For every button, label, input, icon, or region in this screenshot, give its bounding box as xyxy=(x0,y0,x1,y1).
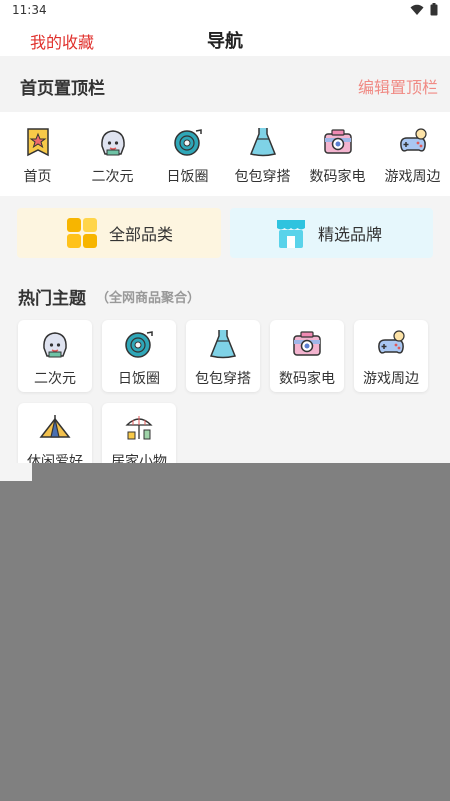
hot-topic-anime[interactable]: 二次元 xyxy=(18,320,92,392)
status-time: 11:34 xyxy=(12,3,47,17)
pinned-item-games[interactable]: 游戏周边 xyxy=(375,112,450,196)
nav-header: 我的收藏 导航 xyxy=(0,22,450,56)
hot-topic-label: 包包穿搭 xyxy=(195,371,251,387)
anime-character-icon xyxy=(100,130,125,156)
loading-overlay xyxy=(0,463,450,801)
camera-icon xyxy=(323,129,352,154)
home-goods-icon xyxy=(125,416,153,440)
page-title: 导航 xyxy=(207,31,243,52)
hot-topic-label: 数码家电 xyxy=(279,371,335,387)
wifi-icon xyxy=(410,4,424,15)
all-categories-label: 全部品类 xyxy=(109,225,174,244)
all-categories-card[interactable]: 全部品类 xyxy=(17,208,221,258)
battery-icon xyxy=(430,3,438,16)
grid-categories-icon xyxy=(67,218,97,248)
hot-topics-subtitle: （全网商品聚合） xyxy=(96,291,201,306)
pinned-item-home[interactable]: 首页 xyxy=(0,112,75,196)
hot-topic-label: 二次元 xyxy=(34,371,76,387)
tent-icon xyxy=(39,415,71,438)
hot-topics-title: 热门主题 xyxy=(18,289,86,309)
hot-topic-digital[interactable]: 数码家电 xyxy=(270,320,344,392)
dress-icon xyxy=(249,128,276,157)
featured-brands-card[interactable]: 精选品牌 xyxy=(230,208,433,258)
hot-topic-fandom[interactable]: 日饭圈 xyxy=(102,320,176,392)
pinned-item-label: 首页 xyxy=(23,169,52,185)
status-icons xyxy=(410,3,438,16)
pinned-row: 首页 二次元 日饭圈 包包穿搭 数码家电 游戏周边 xyxy=(0,112,450,196)
pinned-item-label: 游戏周边 xyxy=(384,169,441,185)
home-star-icon xyxy=(26,128,49,157)
pinned-item-label: 包包穿搭 xyxy=(234,169,291,185)
overlay-notch xyxy=(0,463,32,481)
pinned-item-label: 数码家电 xyxy=(309,169,366,185)
anime-character-icon xyxy=(43,332,67,358)
pinned-section-header: 首页置顶栏 编辑置顶栏 xyxy=(0,56,450,112)
gamepad-icon xyxy=(399,128,427,152)
camera-icon xyxy=(293,331,321,356)
pinned-item-label: 日饭圈 xyxy=(166,169,209,185)
vinyl-record-icon xyxy=(173,129,202,156)
status-bar: 11:34 xyxy=(0,0,450,22)
pinned-item-fandom[interactable]: 日饭圈 xyxy=(150,112,225,196)
featured-brands-label: 精选品牌 xyxy=(318,225,383,244)
edit-pinned-button[interactable]: 编辑置顶栏 xyxy=(358,74,438,98)
dress-icon xyxy=(209,330,237,359)
hot-topic-games[interactable]: 游戏周边 xyxy=(354,320,428,392)
gamepad-icon xyxy=(378,330,405,354)
hot-topic-fashion[interactable]: 包包穿搭 xyxy=(186,320,260,392)
vinyl-record-icon xyxy=(125,331,153,358)
pinned-item-label: 二次元 xyxy=(91,169,134,185)
hot-topic-label: 游戏周边 xyxy=(363,371,419,387)
pinned-item-fashion[interactable]: 包包穿搭 xyxy=(225,112,300,196)
pinned-item-anime[interactable]: 二次元 xyxy=(75,112,150,196)
storefront-icon xyxy=(277,220,305,248)
hot-topic-label: 日饭圈 xyxy=(118,371,160,387)
pinned-item-digital[interactable]: 数码家电 xyxy=(300,112,375,196)
pinned-section-label: 首页置顶栏 xyxy=(20,79,105,99)
